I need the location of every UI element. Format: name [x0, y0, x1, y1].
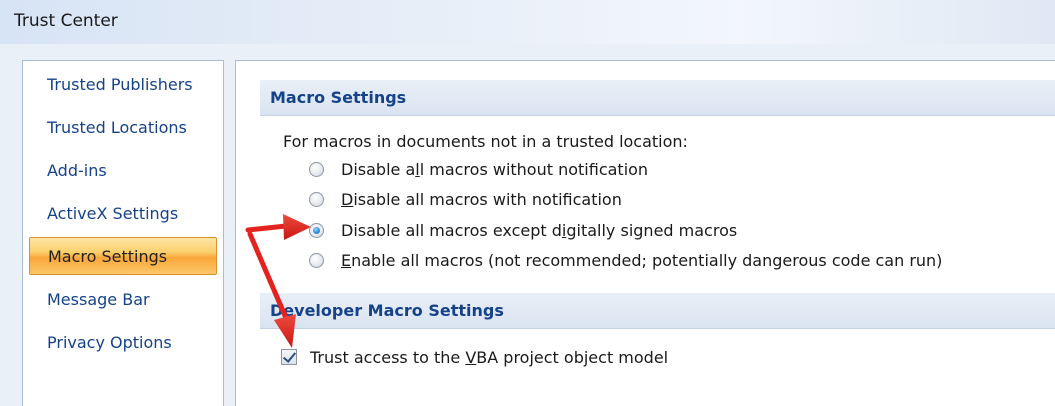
radio-label[interactable]: Disable all macros except digitally sign… [341, 221, 737, 240]
radio-button[interactable] [309, 161, 324, 177]
sidebar-nav: Trusted Publishers Trusted Locations Add… [22, 60, 224, 406]
radio-label[interactable]: Enable all macros (not recommended; pote… [341, 251, 942, 270]
macro-settings-intro: For macros in documents not in a trusted… [283, 132, 688, 151]
radio-option-disable-except-signed[interactable]: Disable all macros except digitally sign… [309, 218, 737, 242]
radio-button[interactable] [309, 191, 324, 207]
sidebar-item-trusted-publishers[interactable]: Trusted Publishers [29, 66, 217, 104]
radio-option-disable-with-notification[interactable]: Disable all macros with notification [309, 187, 622, 211]
checkbox-trust-vba-access[interactable]: Trust access to the VBA project object m… [281, 345, 668, 369]
title-bar: Trust Center [0, 0, 1055, 44]
sidebar-item-message-bar[interactable]: Message Bar [29, 281, 217, 319]
checkbox-label[interactable]: Trust access to the VBA project object m… [310, 348, 668, 367]
developer-macro-settings-header-label: Developer Macro Settings [270, 301, 504, 320]
radio-option-enable-all[interactable]: Enable all macros (not recommended; pote… [309, 248, 942, 272]
sidebar-item-macro-settings[interactable]: Macro Settings [29, 237, 217, 275]
radio-button[interactable] [309, 252, 324, 268]
radio-label[interactable]: Disable all macros without notification [341, 160, 648, 179]
radio-button-selected[interactable] [309, 222, 324, 238]
sidebar-item-privacy-options[interactable]: Privacy Options [29, 324, 217, 362]
macro-settings-header-label: Macro Settings [270, 88, 407, 107]
developer-macro-settings-header: Developer Macro Settings [260, 293, 1055, 329]
sidebar-item-add-ins[interactable]: Add-ins [29, 152, 217, 190]
trust-center-window: Trust Center Trusted Publishers Trusted … [0, 0, 1055, 406]
checkbox[interactable] [281, 349, 297, 365]
window-title: Trust Center [14, 11, 118, 31]
radio-label[interactable]: Disable all macros with notification [341, 190, 622, 209]
macro-settings-header: Macro Settings [260, 80, 1055, 116]
settings-panel: Macro Settings For macros in documents n… [235, 60, 1055, 406]
radio-option-disable-no-notification[interactable]: Disable all macros without notification [309, 157, 648, 181]
sidebar-item-activex-settings[interactable]: ActiveX Settings [29, 195, 217, 233]
sidebar-item-trusted-locations[interactable]: Trusted Locations [29, 109, 217, 147]
